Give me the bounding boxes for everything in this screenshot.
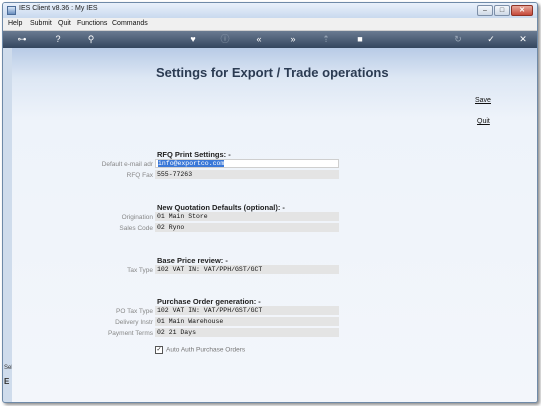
check-icon[interactable]: ✓ [484, 32, 498, 46]
info-icon[interactable]: ⓘ [218, 32, 232, 46]
email-field[interactable]: info@exportco.com [155, 159, 339, 168]
tax-type-field[interactable]: 102 VAT IN: VAT/PPH/GST/GCT [155, 265, 339, 274]
title-bar: IES Client v8.36 : My IES – □ ✕ [3, 3, 537, 18]
help-icon[interactable]: ? [51, 32, 65, 46]
key-icon[interactable]: ⊶ [11, 32, 33, 46]
menu-help[interactable]: Help [8, 20, 22, 27]
delivery-instr-label: Delivery Instr [115, 319, 153, 326]
fax-field[interactable]: 555-77263 [155, 170, 339, 179]
payment-terms-field[interactable]: 02 21 Days [155, 328, 339, 337]
origination-label: Origination [121, 214, 153, 221]
stop-icon[interactable]: ■ [353, 32, 367, 46]
base-price-heading: Base Price review: - [157, 256, 228, 265]
sales-code-label: Sales Code [119, 225, 153, 232]
toolbar: ⊶ ? ⚲ ♥ ⓘ « » ⇡ ■ ↻ ✓ ✕ [3, 31, 537, 48]
delivery-instr-field[interactable]: 01 Main Warehouse [155, 317, 339, 326]
auto-auth-row[interactable]: ✓ Auto Auth Purchase Orders [155, 346, 245, 354]
close-icon[interactable]: ✕ [516, 32, 530, 46]
quit-link[interactable]: Quit [477, 118, 490, 125]
sales-code-field[interactable]: 02 Ryno [155, 223, 339, 232]
menu-commands[interactable]: Commands [112, 20, 148, 27]
heart-icon[interactable]: ♥ [186, 32, 200, 46]
app-icon [7, 6, 16, 15]
payment-terms-label: Payment Terms [107, 330, 153, 337]
fax-label: RFQ Fax [126, 172, 153, 179]
menu-quit[interactable]: Quit [58, 20, 71, 27]
settings-panel: Settings for Export / Trade operations S… [12, 48, 537, 402]
auto-auth-checkbox[interactable]: ✓ [155, 346, 163, 354]
refresh-icon[interactable]: ↻ [451, 32, 465, 46]
menu-submit[interactable]: Submit [30, 20, 52, 27]
maximize-button[interactable]: □ [494, 5, 510, 16]
search-icon[interactable]: ⚲ [84, 32, 98, 46]
rewind-icon[interactable]: « [252, 32, 266, 46]
menu-functions[interactable]: Functions [77, 20, 107, 27]
minimize-button[interactable]: – [477, 5, 493, 16]
email-value: info@exportco.com [158, 160, 225, 167]
page-title: Settings for Export / Trade operations [156, 65, 389, 80]
upload-icon[interactable]: ⇡ [319, 32, 333, 46]
close-window-button[interactable]: ✕ [511, 5, 533, 16]
po-tax-type-label: PO Tax Type [116, 308, 153, 315]
po-tax-type-field[interactable]: 102 VAT IN: VAT/PPH/GST/GCT [155, 306, 339, 315]
app-window: IES Client v8.36 : My IES – □ ✕ Help Sub… [2, 2, 538, 403]
fast-forward-icon[interactable]: » [286, 32, 300, 46]
email-label: Default e-mail adr [101, 161, 153, 168]
origination-field[interactable]: 01 Main Store [155, 212, 339, 221]
save-link[interactable]: Save [475, 97, 491, 104]
rfq-heading: RFQ Print Settings: - [157, 150, 231, 159]
tax-type-label: Tax Type [127, 267, 153, 274]
purchase-order-heading: Purchase Order generation: - [157, 297, 261, 306]
window-title: IES Client v8.36 : My IES [19, 5, 98, 12]
quotation-heading: New Quotation Defaults (optional): - [157, 203, 285, 212]
auto-auth-label: Auto Auth Purchase Orders [166, 346, 246, 354]
menu-bar: Help Submit Quit Functions Commands [3, 18, 537, 31]
sidebar-stub-icon[interactable]: E [4, 377, 9, 386]
